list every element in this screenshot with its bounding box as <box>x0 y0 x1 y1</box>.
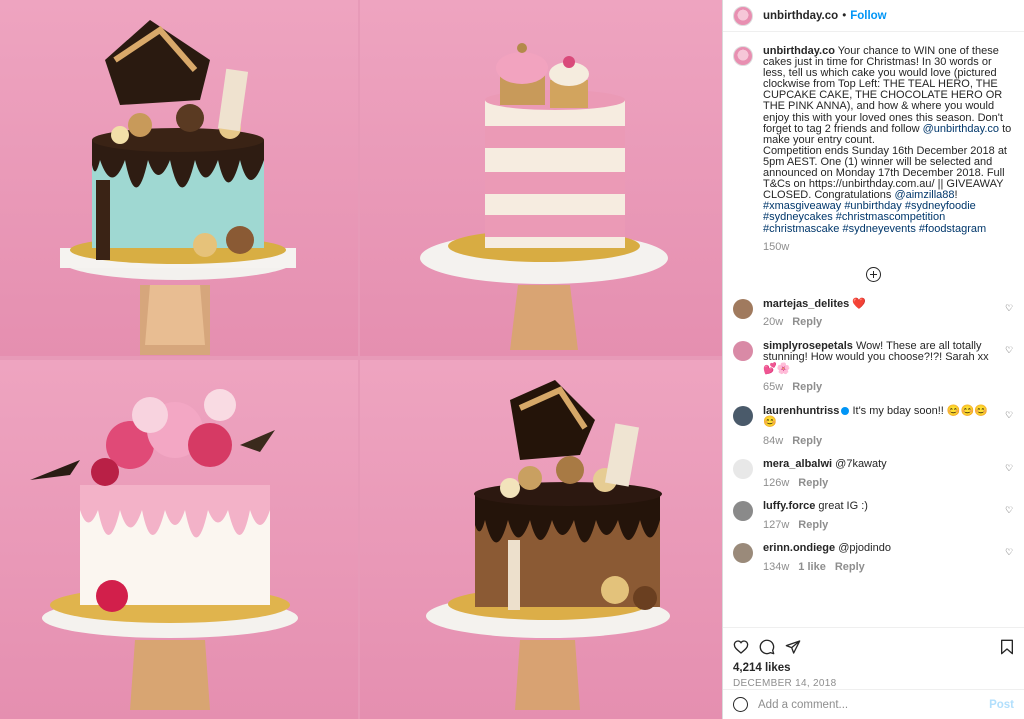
likes-count[interactable]: 4,214 likes <box>733 662 1014 674</box>
comment-body: erinn.ondiege @pjodindo 134w 1 like Reply <box>763 542 1001 574</box>
add-comment-bar: Add a comment... Post <box>723 689 1024 719</box>
comments-scroll-area[interactable]: unbirthday.co Your chance to WIN one of … <box>723 32 1024 627</box>
comment-body: laurenhuntriss It's my bday soon!! 😊😊😊😊 8… <box>763 405 1001 448</box>
comment-age: 134w <box>763 560 790 573</box>
comment-body: luffy.force great IG :) 127w Reply <box>763 500 1001 532</box>
commenter-username[interactable]: laurenhuntriss <box>763 405 839 417</box>
add-comment-plus-icon[interactable] <box>866 266 881 282</box>
comment-age: 126w <box>763 476 790 489</box>
like-heart-icon[interactable]: ♡ <box>1005 303 1014 313</box>
caption-mention-unbirthday[interactable]: @unbirthday.co <box>923 123 999 135</box>
commenter-username[interactable]: erinn.ondiege <box>763 542 835 554</box>
caption-text-1: Your chance to WIN one of these cakes ju… <box>763 45 1003 135</box>
comment-body: martejas_delites ❤️ 20w Reply <box>763 297 1001 329</box>
caption-body: unbirthday.co Your chance to WIN one of … <box>763 45 1014 253</box>
comment-meta: 65w Reply <box>763 381 1001 394</box>
comment-age: 65w <box>763 381 784 394</box>
caption-age: 150w <box>763 240 790 253</box>
header-separator: • <box>842 9 847 22</box>
comment-meta: 127w Reply <box>763 518 1001 532</box>
comment-body: simplyrosepetals Wow! These are all tota… <box>763 340 1001 394</box>
comment-meta: 126w Reply <box>763 476 1001 490</box>
comment-text: @7kawaty <box>835 458 887 471</box>
cupcake-cake-photo <box>360 0 722 356</box>
bookmark-icon[interactable] <box>1000 639 1014 655</box>
post-sidebar: unbirthday.co • Follow unbirthday.co You… <box>722 0 1024 719</box>
commenter-avatar[interactable] <box>733 298 753 319</box>
like-heart-icon[interactable]: ♡ <box>1005 506 1014 515</box>
caption-avatar[interactable] <box>733 46 753 66</box>
pink-anna-cake-illustration <box>30 389 298 710</box>
comment-icon[interactable] <box>759 639 775 655</box>
commenter-username[interactable]: simplyrosepetals <box>763 340 853 352</box>
comment-meta: 84w Reply <box>763 434 1001 448</box>
heart-icon[interactable] <box>733 639 749 655</box>
commenter-avatar[interactable] <box>733 340 753 361</box>
commenter-avatar[interactable] <box>733 543 753 564</box>
comment-item: laurenhuntriss It's my bday soon!! 😊😊😊😊 8… <box>733 405 1014 448</box>
comment-text: @pjodindo <box>838 542 891 555</box>
add-comment-input[interactable]: Add a comment... <box>758 699 989 711</box>
comment-meta: 134w 1 like Reply <box>763 560 1001 574</box>
load-more-comments[interactable] <box>733 266 1014 285</box>
comments-list: martejas_delites ❤️ 20w Reply ♡ simplyrosepe… <box>733 297 1014 574</box>
comment-item: simplyrosepetals Wow! These are all tota… <box>733 340 1014 394</box>
post-actions: 4,214 likes DECEMBER 14, 2018 Add a comm… <box>723 627 1024 719</box>
comment-item: martejas_delites ❤️ 20w Reply ♡ <box>733 297 1014 329</box>
comment-age: 127w <box>763 518 790 531</box>
pink-anna-cake-photo <box>0 360 358 719</box>
author-username[interactable]: unbirthday.co <box>763 10 838 22</box>
reply-button[interactable]: Reply <box>792 435 822 447</box>
instagram-post-view: unbirthday.co • Follow unbirthday.co You… <box>0 0 1024 719</box>
teal-cake-illustration <box>60 20 296 355</box>
like-heart-icon[interactable]: ♡ <box>1005 410 1014 420</box>
commenter-username[interactable]: mera_albalwi <box>763 458 832 470</box>
reply-button[interactable]: Reply <box>792 381 822 393</box>
comment-item: luffy.force great IG :) 127w Reply ♡ <box>733 500 1014 532</box>
commenter-avatar[interactable] <box>733 405 753 426</box>
teal-hero-cake-photo <box>0 0 358 356</box>
like-heart-icon[interactable]: ♡ <box>1005 464 1014 473</box>
reply-button[interactable]: Reply <box>835 561 865 573</box>
caption-text-3: Competition ends Sunday 16th December 20… <box>763 144 1007 202</box>
post-caption: unbirthday.co Your chance to WIN one of … <box>733 45 1014 253</box>
striped-cake-illustration <box>420 43 668 350</box>
share-icon[interactable] <box>785 639 801 655</box>
commenter-avatar[interactable] <box>733 459 753 480</box>
emoji-icon[interactable] <box>733 697 748 712</box>
post-date: DECEMBER 14, 2018 <box>733 678 837 689</box>
verified-badge-icon <box>841 406 850 415</box>
reply-button[interactable]: Reply <box>792 316 822 328</box>
post-image[interactable] <box>0 0 722 719</box>
like-heart-icon[interactable]: ♡ <box>1005 548 1014 557</box>
comment-age: 84w <box>763 434 784 447</box>
like-heart-icon[interactable]: ♡ <box>1005 345 1014 355</box>
comment-item: mera_albalwi @7kawaty 126w Reply ♡ <box>733 458 1014 490</box>
post-comment-button[interactable]: Post <box>989 699 1014 711</box>
comment-like-count[interactable]: 1 like <box>798 561 826 573</box>
comment-body: mera_albalwi @7kawaty 126w Reply <box>763 458 1001 490</box>
reply-button[interactable]: Reply <box>798 477 828 489</box>
follow-button[interactable]: Follow <box>850 10 886 22</box>
action-icons-row <box>733 634 1014 660</box>
comment-text: ❤️ <box>852 297 866 310</box>
commenter-avatar[interactable] <box>733 501 753 522</box>
caption-hashtags[interactable]: #xmasgiveaway #unbirthday #sydneyfoodie … <box>763 200 986 234</box>
comment-meta: 20w Reply <box>763 316 1001 329</box>
commenter-username[interactable]: martejas_delites <box>763 298 849 310</box>
chocolate-cake-illustration <box>426 380 670 710</box>
author-avatar[interactable] <box>733 5 753 26</box>
comment-text: great IG :) <box>818 500 868 513</box>
post-header: unbirthday.co • Follow <box>723 0 1024 32</box>
comment-item: erinn.ondiege @pjodindo 134w 1 like Reply ♡ <box>733 542 1014 574</box>
reply-button[interactable]: Reply <box>798 519 828 531</box>
commenter-username[interactable]: luffy.force <box>763 500 815 512</box>
comment-age: 20w <box>763 316 784 329</box>
chocolate-hero-cake-photo <box>360 360 722 719</box>
